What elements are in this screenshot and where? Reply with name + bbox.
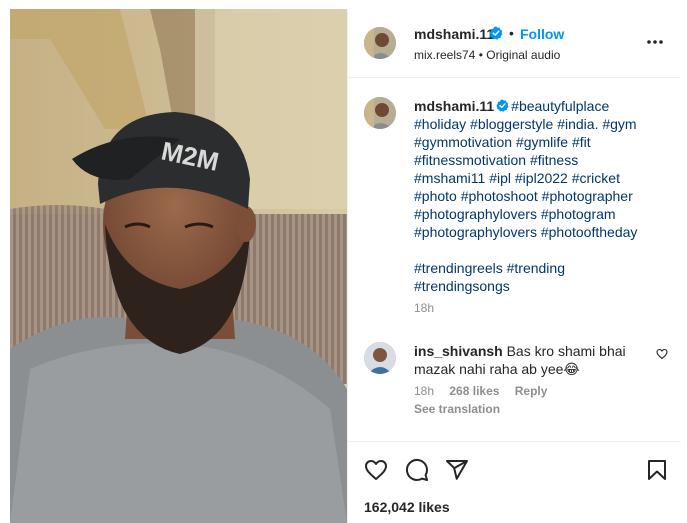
- author-username[interactable]: mdshami.11: [414, 26, 494, 42]
- caption-username[interactable]: mdshami.11: [414, 98, 494, 114]
- verified-badge-icon: [496, 99, 509, 112]
- likes-count[interactable]: 162,042 likes: [364, 499, 450, 515]
- hashtag-line[interactable]: #mshami11 #ipl #ipl2022 #cricket: [414, 170, 620, 186]
- header-separator: •: [509, 25, 514, 41]
- bookmark-icon[interactable]: [645, 458, 669, 482]
- audio-label[interactable]: Original audio: [486, 48, 560, 62]
- verified-badge-icon: [489, 26, 503, 40]
- post-details-panel: mdshami.11 • Follow mix.reels74 • Origin…: [347, 9, 682, 523]
- actions-divider: [348, 441, 682, 442]
- post-caption: mdshami.11 #beautyfulplace #holiday #blog…: [414, 97, 664, 295]
- hashtag-line[interactable]: #trendingsongs: [414, 278, 510, 294]
- comment-meta: 18h 268 likes Reply: [414, 384, 559, 398]
- reply-button[interactable]: Reply: [515, 384, 548, 398]
- hashtag-line[interactable]: #fitnessmotivation #fitness: [414, 152, 578, 168]
- see-translation-link[interactable]: See translation: [414, 402, 500, 416]
- caption-author-avatar[interactable]: [364, 97, 396, 129]
- commenter-username[interactable]: ins_shivansh: [414, 343, 503, 359]
- follow-button[interactable]: Follow: [520, 26, 564, 42]
- reel-video[interactable]: M2M: [10, 9, 347, 523]
- hashtag-line[interactable]: #trendingreels #trending: [414, 260, 565, 276]
- hashtag-line[interactable]: #beautyfulplace: [511, 98, 609, 114]
- hashtag-line[interactable]: #photo #photoshoot #photographer: [414, 188, 633, 204]
- caption-timestamp: 18h: [414, 301, 435, 315]
- top-margin: [0, 0, 687, 9]
- instagram-post-window: M2M mdshami.11 • Follow mix.reels74 • Or…: [0, 0, 687, 523]
- comment-icon[interactable]: [405, 458, 429, 482]
- hashtag-line[interactable]: #photographylovers #photogram: [414, 206, 616, 222]
- audio-account[interactable]: mix.reels74: [414, 48, 475, 62]
- hashtag-line[interactable]: #holiday #bloggerstyle #india. #gym: [414, 116, 637, 132]
- audio-separator: •: [478, 48, 483, 62]
- commenter-avatar[interactable]: [364, 342, 396, 374]
- share-icon[interactable]: [445, 458, 469, 482]
- comment-likes[interactable]: 268 likes: [449, 384, 499, 398]
- header-divider: [348, 77, 682, 78]
- hashtag-line[interactable]: #photographylovers #photooftheday: [414, 224, 637, 240]
- comment-timestamp: 18h: [414, 384, 435, 398]
- right-margin: [681, 0, 687, 523]
- hashtag-line[interactable]: #gymmotivation #gymlife #fit: [414, 134, 591, 150]
- audio-info[interactable]: mix.reels74 • Original audio: [414, 48, 560, 62]
- comment-like-heart-icon[interactable]: [656, 348, 668, 360]
- author-avatar[interactable]: [364, 27, 396, 59]
- more-options-icon[interactable]: [645, 37, 665, 47]
- heart-icon[interactable]: [364, 458, 388, 482]
- comment-body: ins_shivansh Bas kro shami bhai mazak na…: [414, 342, 644, 378]
